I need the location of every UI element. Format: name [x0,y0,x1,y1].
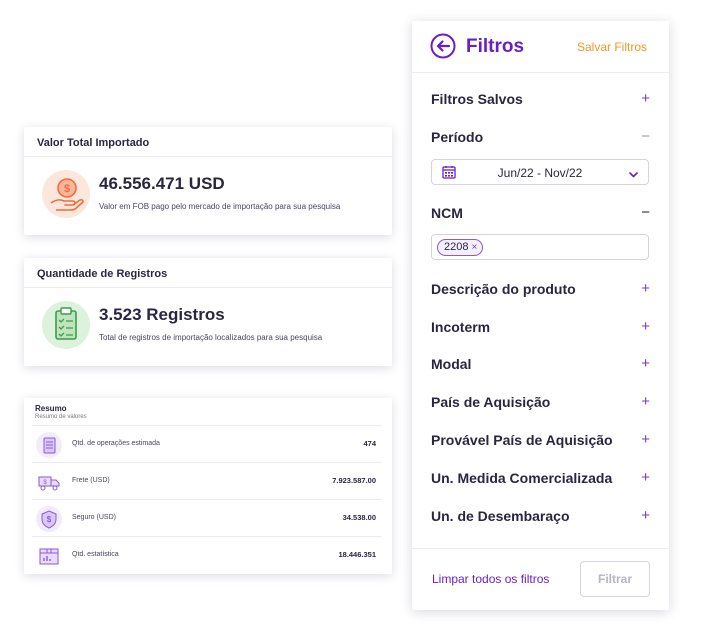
filter-incoterm-toggle[interactable]: Incoterm + [431,317,650,339]
ncm-chip: 2208 × [437,239,484,256]
filter-label: Modal [431,356,472,372]
collapse-minus-icon: − [641,204,650,221]
summary-title: Resumo [35,404,67,413]
card-title: Valor Total Importado [24,127,392,157]
period-value: Jun/22 - Nov/22 [497,166,583,180]
truck-icon: $ [36,469,62,495]
ncm-input[interactable]: 2208 × [431,234,649,260]
summary-row-label: Qtd. de operações estimada [72,440,160,447]
clipboard-list-icon [36,432,62,458]
filter-label: País de Aquisição [431,394,551,410]
summary-row-value: 7.923.587.00 [332,476,376,485]
expand-plus-icon: + [641,507,650,524]
filter-country-toggle[interactable]: País de Aquisição + [431,392,650,414]
money-hand-icon: $ [42,170,90,218]
filter-label: Período [431,129,484,145]
filters-panel: Filtros Salvar Filtros Filtros Salvos + … [412,21,669,610]
summary-row: Qtd. de operações estimada 474 [32,425,382,462]
expand-plus-icon: + [641,280,650,297]
panel-title: Filtros [466,36,525,57]
filter-label: Provável País de Aquisição [431,432,613,448]
summary-card: Resumo Resumo de valores Qtd. de operaçõ… [24,398,392,574]
save-filters-link[interactable]: Salvar Filtros [577,40,647,54]
expand-plus-icon: + [641,355,650,372]
box-chart-icon [36,543,62,569]
filter-modal-toggle[interactable]: Modal + [431,354,650,376]
clear-filters-link[interactable]: Limpar todos os filtros [432,572,549,586]
filter-description-toggle[interactable]: Descrição do produto + [431,279,650,301]
apply-filter-button[interactable]: Filtrar [580,561,650,597]
expand-plus-icon: + [641,431,650,448]
filter-label: Un. de Desembaraço [431,508,570,524]
summary-row-label: Seguro (USD) [72,514,116,521]
svg-text:$: $ [47,515,52,524]
summary-row: Qtd. estatística 18.446.351 [32,536,382,573]
card-title: Quantidade de Registros [24,258,392,288]
summary-row-value: 474 [363,439,376,448]
collapse-minus-icon: − [641,128,650,145]
ncm-chip-label: 2208 [444,241,469,253]
expand-plus-icon: + [641,469,650,486]
records-value: 3.523 Registros [99,305,225,324]
summary-row-value: 34.538.00 [342,513,376,522]
filter-label: Descrição do produto [431,281,576,297]
summary-row-label: Qtd. estatística [72,551,119,558]
chip-remove-icon[interactable]: × [471,242,477,253]
records-count-card: Quantidade de Registros 3.523 Registros … [24,258,392,366]
filter-label: NCM [431,205,463,221]
filter-label: Filtros Salvos [431,91,523,107]
filter-unit-commercial-toggle[interactable]: Un. Medida Comercializada + [431,468,650,490]
summary-row: $ Frete (USD) 7.923.587.00 [32,462,382,499]
divider [412,548,669,549]
summary-row-label: Frete (USD) [72,477,110,484]
summary-subtitle: Resumo de valores [35,414,87,420]
import-value-card: Valor Total Importado $ 46.556.471 USD V… [24,127,392,235]
import-value-description: Valor em FOB pago pelo mercado de import… [99,202,341,211]
back-arrow-icon[interactable] [430,33,456,59]
filter-unit-clearance-toggle[interactable]: Un. de Desembaraço + [431,506,650,528]
expand-plus-icon: + [641,90,650,107]
chevron-down-icon [628,167,639,178]
shield-dollar-icon: $ [36,506,62,532]
filter-label: Incoterm [431,319,491,335]
clipboard-icon [42,301,90,349]
expand-plus-icon: + [641,318,650,335]
records-description: Total de registros de importação localiz… [99,333,323,342]
filter-label: Un. Medida Comercializada [431,470,613,486]
filter-probable-country-toggle[interactable]: Provável País de Aquisição + [431,430,650,452]
summary-row-value: 18.446.351 [338,550,376,559]
expand-plus-icon: + [641,393,650,410]
summary-row: $ Seguro (USD) 34.538.00 [32,499,382,536]
filter-period-toggle[interactable]: Período − [431,127,650,149]
period-select[interactable]: Jun/22 - Nov/22 [431,159,649,185]
divider [412,72,669,73]
filter-ncm-toggle[interactable]: NCM − [431,203,650,225]
svg-text:$: $ [64,183,70,195]
filter-saved-toggle[interactable]: Filtros Salvos + [431,89,650,111]
import-value: 46.556.471 USD [99,174,225,193]
